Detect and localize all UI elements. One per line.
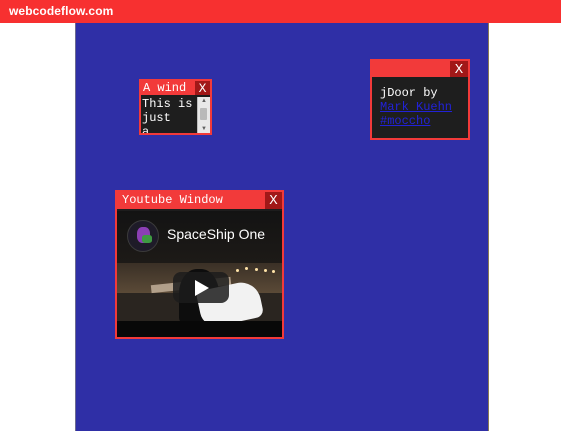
scroll-up-arrow-icon[interactable]: ▲ <box>198 97 210 105</box>
close-button[interactable]: X <box>450 61 468 77</box>
window-youtube[interactable]: Youtube Window X SpaceShip One <box>115 190 284 339</box>
scrollbar-thumb[interactable] <box>200 108 207 120</box>
credit-text: jDoor by <box>380 86 438 100</box>
site-brand[interactable]: webcodeflow.com <box>9 4 113 18</box>
vertical-scrollbar[interactable]: ▲ ▼ <box>197 97 210 133</box>
window-content: jDoor by Mark Kuehn #moccho <box>372 80 468 138</box>
window-text[interactable]: A wind X This is just a ▲ ▼ <box>139 79 212 135</box>
site-header: webcodeflow.com <box>0 0 561 23</box>
author-handle-link[interactable]: #moccho <box>380 114 468 128</box>
play-icon <box>195 280 209 296</box>
author-link[interactable]: Mark Kuehn <box>380 100 468 114</box>
video-title[interactable]: SpaceShip One <box>167 226 265 242</box>
play-button[interactable] <box>173 272 229 303</box>
window-title-bar[interactable]: X <box>372 61 468 77</box>
close-button[interactable]: X <box>265 192 282 209</box>
window-title-bar[interactable]: A wind X <box>141 81 210 95</box>
window-title: A wind <box>143 81 187 95</box>
window-title: Youtube Window <box>122 193 223 207</box>
youtube-video-embed[interactable]: SpaceShip One <box>117 211 282 337</box>
scroll-down-arrow-icon[interactable]: ▼ <box>198 125 210 133</box>
window-title-bar[interactable]: Youtube Window X <box>117 192 282 209</box>
window-credits[interactable]: X jDoor by Mark Kuehn #moccho <box>370 59 470 140</box>
close-button[interactable]: X <box>195 81 210 95</box>
channel-avatar[interactable] <box>127 220 159 252</box>
